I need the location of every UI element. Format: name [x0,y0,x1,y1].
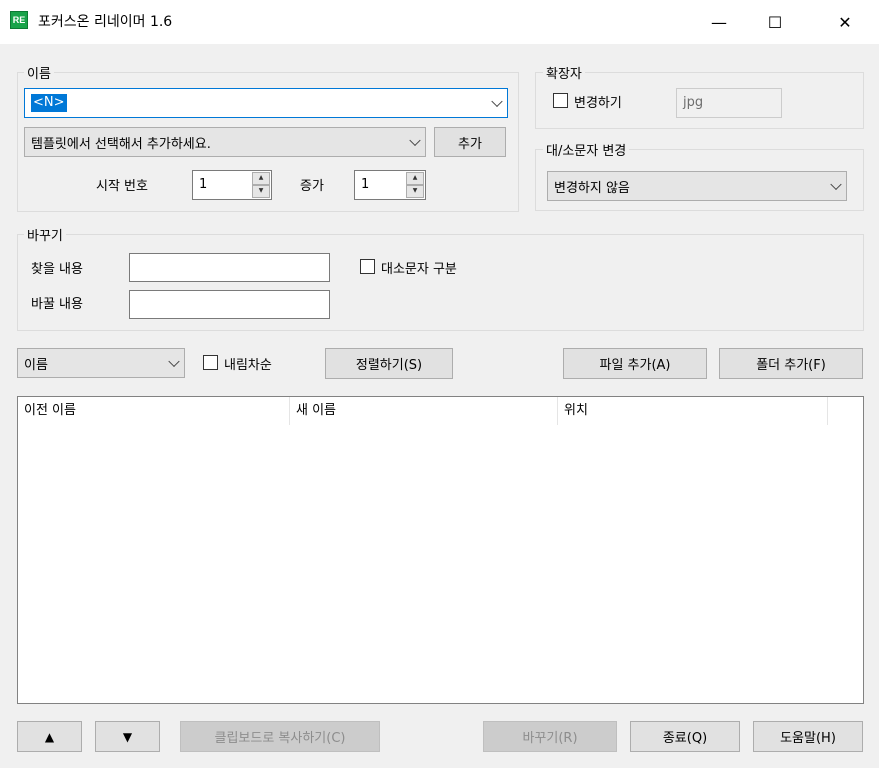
add-file-button[interactable]: 파일 추가(A) [563,348,707,379]
name-pattern-value: <N> [31,94,67,112]
start-number-input[interactable]: 1 ▲ ▼ [192,170,272,200]
descending-checkbox[interactable] [203,355,218,370]
spin-down-icon[interactable]: ▼ [252,185,270,198]
name-group-label: 이름 [24,63,54,82]
sort-button[interactable]: 정렬하기(S) [325,348,453,379]
replace-group-label: 바꾸기 [24,225,66,244]
change-extension-label: 변경하기 [574,96,622,111]
case-select[interactable]: 변경하지 않음 [547,171,847,201]
replace-with-label: 바꿀 내용 [31,297,83,312]
chevron-down-icon[interactable] [830,178,842,191]
file-list[interactable]: 이전 이름 새 이름 위치 [17,396,864,704]
move-down-button[interactable]: ▼ [95,721,160,752]
maximize-button[interactable]: ☐ [752,0,798,44]
column-header-new-name[interactable]: 새 이름 [290,397,558,425]
increment-input[interactable]: 1 ▲ ▼ [354,170,426,200]
spin-down-icon[interactable]: ▼ [406,185,424,198]
exit-button[interactable]: 종료(Q) [630,721,740,752]
match-case-label: 대소문자 구분 [381,262,457,277]
sort-field-value: 이름 [24,357,48,373]
increment-label: 증가 [300,179,324,194]
template-select-value: 템플릿에서 선택해서 추가하세요. [31,136,211,152]
move-up-button[interactable]: ▲ [17,721,82,752]
increment-spinner[interactable]: ▲ ▼ [406,172,424,198]
add-folder-button[interactable]: 폴더 추가(F) [719,348,863,379]
column-header-old-name[interactable]: 이전 이름 [18,397,290,425]
column-header-location[interactable]: 위치 [558,397,828,425]
find-label: 찾을 내용 [31,262,83,277]
chevron-down-icon[interactable] [409,134,421,147]
descending-label: 내림차순 [224,358,272,373]
sort-field-select[interactable]: 이름 [17,348,185,378]
case-select-value: 변경하지 않음 [554,180,630,196]
minimize-button[interactable]: — [696,0,742,44]
start-number-label: 시작 번호 [96,179,148,194]
extension-group-label: 확장자 [543,63,585,82]
name-pattern-input[interactable]: <N> [24,88,508,118]
close-button[interactable]: ✕ [822,0,868,44]
extension-input[interactable]: jpg [676,88,782,118]
extension-value: jpg [683,95,704,110]
change-extension-checkbox[interactable] [553,93,568,108]
start-number-spinner[interactable]: ▲ ▼ [252,172,270,198]
replace-with-input[interactable] [129,290,330,319]
spin-up-icon[interactable]: ▲ [252,172,270,185]
help-button[interactable]: 도움말(H) [753,721,863,752]
find-input[interactable] [129,253,330,282]
add-template-button[interactable]: 추가 [434,127,506,157]
case-group-label: 대/소문자 변경 [543,140,630,159]
chevron-down-icon[interactable] [168,355,180,368]
copy-to-clipboard-button[interactable]: 클립보드로 복사하기(C) [180,721,380,752]
start-number-value: 1 [199,177,208,192]
window-title: 포커스온 리네이머 1.6 [38,14,173,30]
spin-up-icon[interactable]: ▲ [406,172,424,185]
increment-value: 1 [361,177,370,192]
rename-button[interactable]: 바꾸기(R) [483,721,617,752]
match-case-checkbox[interactable] [360,259,375,274]
template-select[interactable]: 템플릿에서 선택해서 추가하세요. [24,127,426,157]
app-icon: RE [10,11,28,29]
chevron-down-icon[interactable] [491,95,503,108]
